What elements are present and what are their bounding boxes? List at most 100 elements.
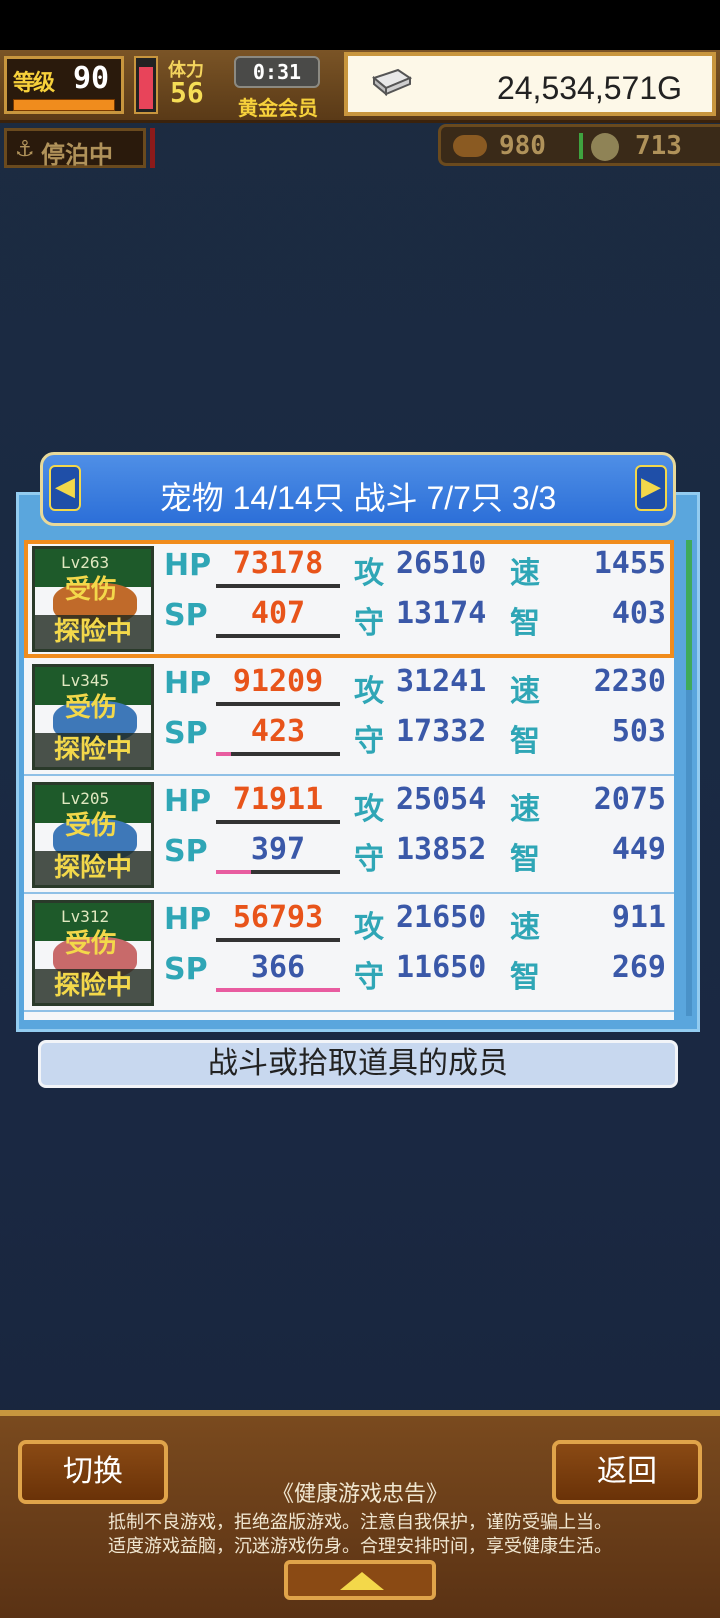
sp-bar-fill <box>216 870 251 874</box>
pet-activity-status: 探险中 <box>35 969 151 1003</box>
sp-bar <box>216 870 340 874</box>
status-marker <box>150 128 155 168</box>
pet-defense: 13852 <box>396 832 487 867</box>
pet-list: Lv263 受伤 探险中 HP 73178 SP 407 攻 26510 速 1… <box>24 540 674 1020</box>
membership-badge: 黄金会员 <box>238 96 318 120</box>
scrollbar-thumb[interactable] <box>686 540 692 690</box>
defense-label: 守 <box>354 606 384 641</box>
pet-sp: 397 <box>250 832 306 867</box>
intelligence-label: 智 <box>510 842 540 877</box>
hp-bar <box>216 938 340 942</box>
sp-bar <box>216 752 340 756</box>
hp-label: HP <box>164 666 212 701</box>
level-label: 等级 <box>13 71 55 96</box>
sp-bar-fill <box>216 988 340 992</box>
pet-intelligence: 269 <box>611 950 666 985</box>
defense-label: 守 <box>354 960 384 995</box>
stamina-value: 56 <box>170 76 204 109</box>
intelligence-label: 智 <box>510 724 540 759</box>
pet-speed: 2230 <box>593 664 666 699</box>
pet-defense: 13174 <box>396 596 487 631</box>
hp-label: HP <box>164 784 212 819</box>
triangle-up-icon <box>340 1572 384 1590</box>
pet-row[interactable]: Lv205 受伤 探险中 HP 71911 SP 397 攻 25054 速 2… <box>24 776 674 894</box>
food-icon <box>453 135 487 157</box>
pet-panel-header: ◀ 宠物 14/14只 战斗 7/7只 3/3 ▶ <box>40 452 676 526</box>
pet-attack: 25054 <box>396 782 487 817</box>
attack-label: 攻 <box>354 910 384 945</box>
sp-label: SP <box>164 834 208 869</box>
pet-sp: 366 <box>250 950 306 985</box>
defense-label: 守 <box>354 724 384 759</box>
top-hud: 等级 90 体力 56 0:31 黄金会员 24,534,571G <box>0 50 720 123</box>
next-page-arrow-icon[interactable]: ▶ <box>635 465 667 511</box>
pet-hp: 71911 <box>232 782 324 817</box>
pet-activity-status: 探险中 <box>35 851 151 885</box>
health-notice-title: 《健康游戏忠告》 <box>271 1481 448 1506</box>
hp-bar <box>216 820 340 824</box>
pet-sp: 423 <box>250 714 306 749</box>
pet-portrait[interactable]: Lv312 受伤 探险中 <box>32 900 154 1006</box>
intelligence-label: 智 <box>510 606 540 641</box>
pet-injury-status: 受伤 <box>65 811 118 841</box>
pet-attack: 21650 <box>396 900 487 935</box>
ship-status-badge: ⚓ 停泊中 <box>4 128 146 169</box>
hp-bar <box>216 702 340 706</box>
pet-speed: 2075 <box>593 782 666 817</box>
player-level-box: 等级 90 <box>4 56 124 114</box>
sp-label: SP <box>164 716 208 751</box>
stamina-timer: 0:31 <box>234 56 320 88</box>
pet-intelligence: 403 <box>611 596 666 631</box>
pet-row[interactable]: Lv263 受伤 探险中 HP 73178 SP 407 攻 26510 速 1… <box>24 540 674 658</box>
pet-sp: 407 <box>250 596 306 631</box>
sp-bar <box>216 634 340 638</box>
pet-speed: 1455 <box>593 546 666 581</box>
speed-label: 速 <box>510 792 540 827</box>
pet-injury-status: 受伤 <box>65 929 118 959</box>
gold-value: 24,534,571G <box>496 70 682 106</box>
info-bar: 战斗或拾取道具的成员 <box>38 1040 678 1088</box>
pet-portrait[interactable]: Lv345 受伤 探险中 <box>32 664 154 770</box>
hp-label: HP <box>164 548 212 583</box>
pet-intelligence: 503 <box>611 714 666 749</box>
attack-label: 攻 <box>354 674 384 709</box>
speed-label: 速 <box>510 910 540 945</box>
intelligence-label: 智 <box>510 960 540 995</box>
expand-menu-button[interactable] <box>284 1560 436 1600</box>
pet-portrait[interactable]: Lv205 受伤 探险中 <box>32 782 154 888</box>
pet-hp: 73178 <box>232 546 324 581</box>
speed-label: 速 <box>510 674 540 709</box>
gold-display[interactable]: 24,534,571G <box>344 52 716 116</box>
level-value: 90 <box>73 61 110 96</box>
pet-attack: 31241 <box>396 664 487 699</box>
coin-count: 713 <box>635 131 682 161</box>
pet-injury-status: 受伤 <box>65 693 118 723</box>
exp-bar <box>13 99 115 111</box>
silver-ingot-icon <box>371 68 413 96</box>
stamina-meter <box>134 56 158 114</box>
pet-portrait[interactable]: Lv263 受伤 探险中 <box>32 546 154 652</box>
sp-bar <box>216 988 340 992</box>
sp-label: SP <box>164 952 208 987</box>
pet-count-title: 宠物 14/14只 战斗 7/7只 3/3 <box>159 480 557 516</box>
pet-activity-status: 探险中 <box>35 615 151 649</box>
pet-attack: 26510 <box>396 546 487 581</box>
sp-bar-fill <box>216 752 231 756</box>
hp-label: HP <box>164 902 212 937</box>
sp-label: SP <box>164 598 208 633</box>
pet-defense: 11650 <box>396 950 487 985</box>
ship-status-label: 停泊中 <box>41 141 113 169</box>
pet-defense: 17332 <box>396 714 487 749</box>
speed-label: 速 <box>510 556 540 591</box>
pet-row[interactable]: Lv345 受伤 探险中 HP 91209 SP 423 攻 31241 速 2… <box>24 658 674 776</box>
status-bar <box>0 0 720 50</box>
pet-intelligence: 449 <box>611 832 666 867</box>
pet-activity-status: 探险中 <box>35 733 151 767</box>
food-count: 980 <box>499 131 546 161</box>
pet-row[interactable]: Lv312 受伤 探险中 HP 56793 SP 366 攻 21650 速 9… <box>24 894 674 1012</box>
resource-bar: 980 713 <box>438 124 720 166</box>
attack-label: 攻 <box>354 792 384 827</box>
pet-hp: 56793 <box>232 900 324 935</box>
bottom-bar: 切换 返回 《健康游戏忠告》 抵制不良游戏，拒绝盗版游戏。注意自我保护，谨防受骗… <box>0 1410 720 1618</box>
attack-label: 攻 <box>354 556 384 591</box>
